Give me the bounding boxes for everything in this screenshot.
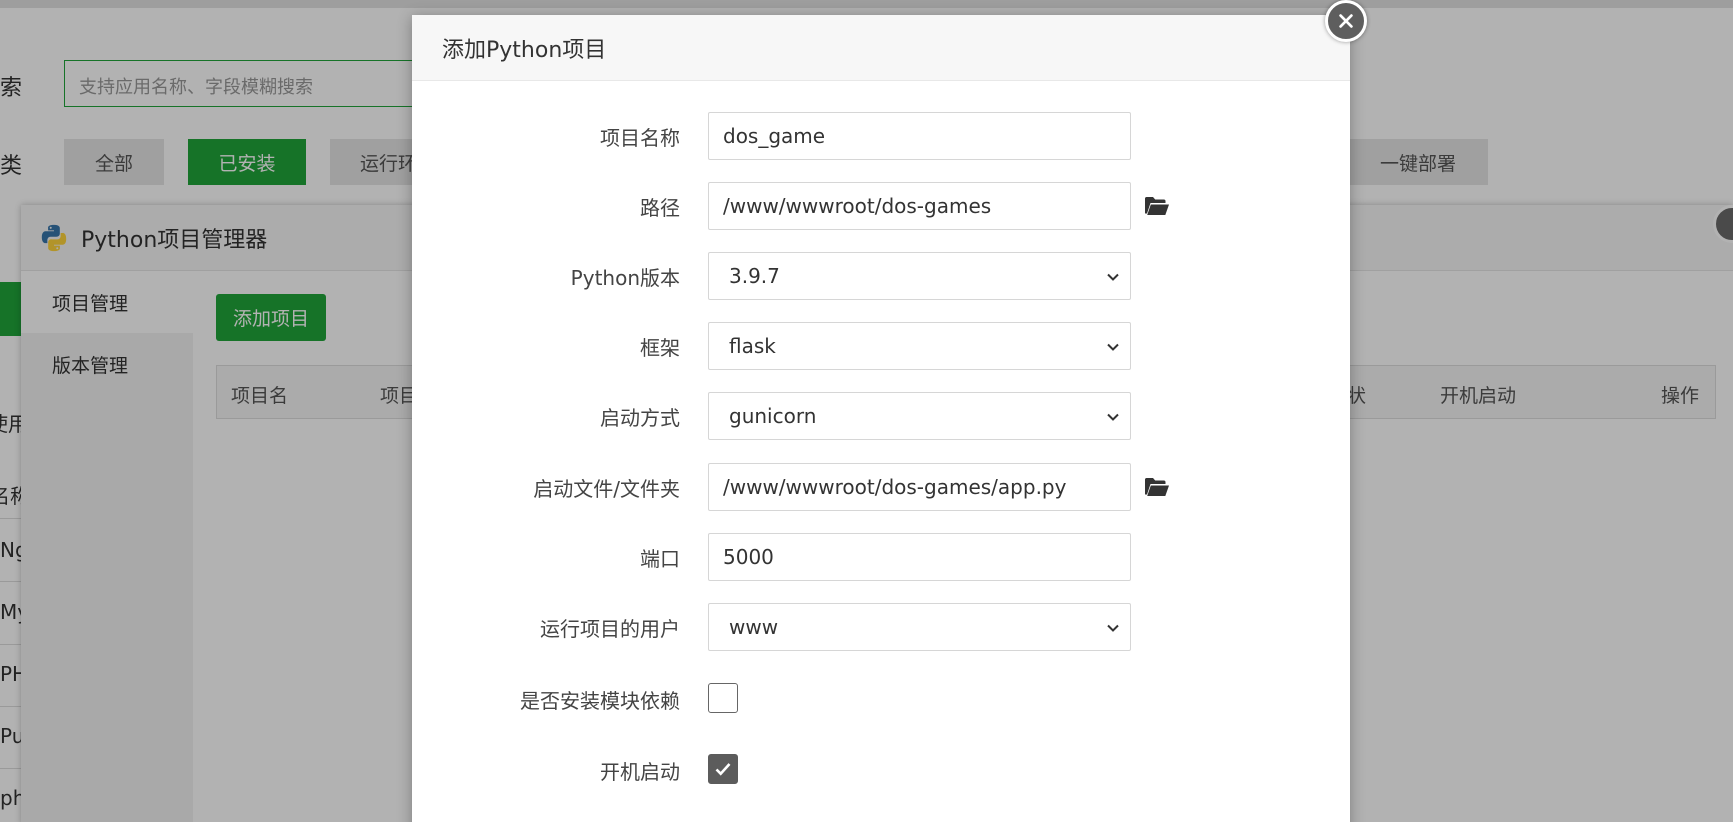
dialog-close-button[interactable] <box>1325 0 1367 42</box>
form-row-install-deps: 是否安装模块依赖 <box>412 675 1350 723</box>
dialog-header: 添加Python项目 <box>412 15 1350 81</box>
form-row-start-file: 启动文件/文件夹 /www/wwwroot/dos-games/app.py <box>412 463 1350 511</box>
framework-select[interactable]: flask <box>708 322 1131 370</box>
python-version-value: 3.9.7 <box>729 264 780 288</box>
framework-value: flask <box>729 334 776 358</box>
folder-open-icon[interactable] <box>1144 194 1170 218</box>
chevron-down-icon <box>1107 413 1119 421</box>
check-icon <box>715 763 731 776</box>
form-row-autostart: 开机启动 <box>412 746 1350 794</box>
install-deps-checkbox[interactable] <box>708 683 738 713</box>
form-row-framework: 框架 flask <box>412 322 1350 370</box>
install-deps-label: 是否安装模块依赖 <box>520 688 680 713</box>
start-method-label: 启动方式 <box>600 405 680 430</box>
form-row-port: 端口 5000 <box>412 533 1350 581</box>
run-user-select[interactable]: www <box>708 603 1131 651</box>
add-python-project-dialog: 添加Python项目 项目名称 dos_game 路径 /www/wwwroot… <box>412 15 1350 822</box>
run-user-label: 运行项目的用户 <box>540 616 680 641</box>
form-row-python-version: Python版本 3.9.7 <box>412 252 1350 300</box>
project-name-input[interactable]: dos_game <box>708 112 1131 160</box>
chevron-down-icon <box>1107 624 1119 632</box>
close-icon <box>1339 14 1353 28</box>
screen: 搜索 支持应用名称、字段模糊搜索 分类 全部 已安装 运行环 一键部署 使用 名… <box>0 0 1733 822</box>
path-label: 路径 <box>640 195 680 220</box>
start-file-input[interactable]: /www/wwwroot/dos-games/app.py <box>708 463 1131 511</box>
project-name-label: 项目名称 <box>600 125 680 150</box>
autostart-label: 开机启动 <box>600 759 680 784</box>
path-input[interactable]: /www/wwwroot/dos-games <box>708 182 1131 230</box>
chevron-down-icon <box>1107 273 1119 281</box>
port-input[interactable]: 5000 <box>708 533 1131 581</box>
dialog-title: 添加Python项目 <box>442 37 607 63</box>
form-row-path: 路径 /www/wwwroot/dos-games <box>412 182 1350 230</box>
form-row-project-name: 项目名称 dos_game <box>412 112 1350 160</box>
form-row-start-method: 启动方式 gunicorn <box>412 392 1350 440</box>
python-version-select[interactable]: 3.9.7 <box>708 252 1131 300</box>
port-label: 端口 <box>640 546 680 571</box>
run-user-value: www <box>729 615 779 639</box>
python-version-label: Python版本 <box>570 265 680 290</box>
start-method-select[interactable]: gunicorn <box>708 392 1131 440</box>
framework-label: 框架 <box>640 335 680 360</box>
folder-open-icon[interactable] <box>1144 475 1170 499</box>
start-method-value: gunicorn <box>729 404 817 428</box>
chevron-down-icon <box>1107 343 1119 351</box>
start-file-label: 启动文件/文件夹 <box>533 476 680 501</box>
autostart-checkbox[interactable] <box>708 754 738 784</box>
form-row-run-user: 运行项目的用户 www <box>412 603 1350 651</box>
